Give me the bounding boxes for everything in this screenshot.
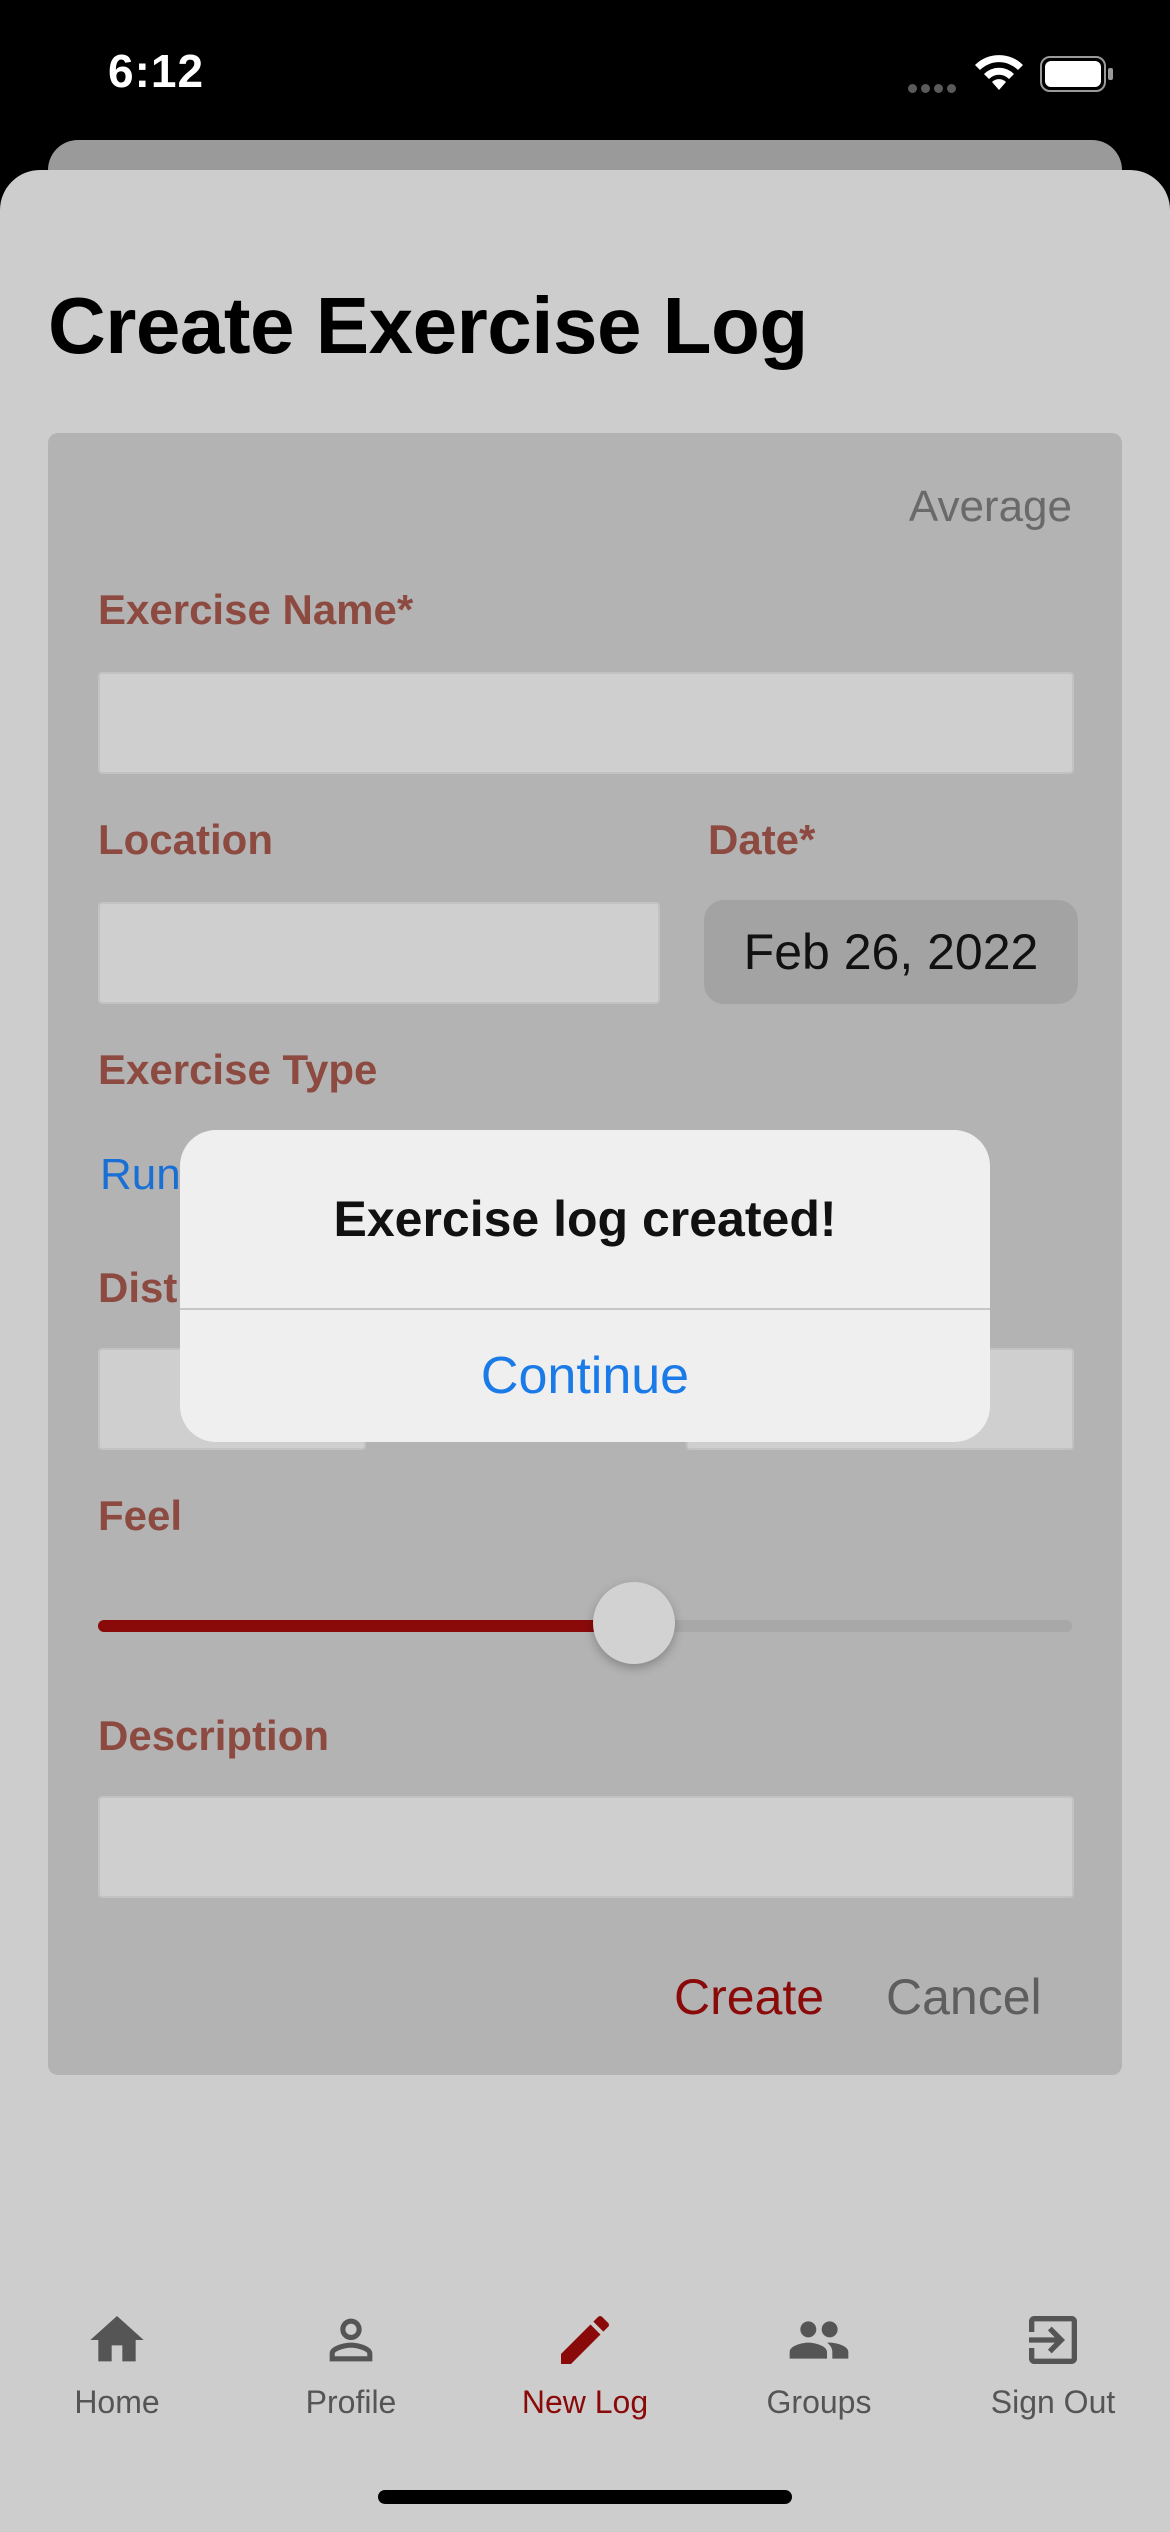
tab-bar: Home Profile New Log Groups Sign Out [0, 2290, 1170, 2440]
tab-label: New Log [521, 2384, 649, 2420]
exercise-name-input[interactable] [98, 672, 1074, 774]
exercise-type-selector[interactable]: Run [100, 1150, 181, 1200]
pencil-icon [561, 2315, 610, 2364]
home-indicator [378, 2490, 792, 2504]
feel-slider-track[interactable] [98, 1620, 1072, 1632]
tab-label: Sign Out [990, 2384, 1116, 2420]
tab-home[interactable]: Home [0, 2290, 234, 2440]
distance-label: Dist [98, 1264, 178, 1311]
create-button[interactable]: Create [674, 1968, 824, 2026]
status-bar: 6:12 [0, 0, 1170, 150]
cellular-signal-icon [908, 80, 960, 93]
tab-groups[interactable]: Groups [702, 2290, 936, 2440]
feel-value-text: Average [908, 482, 1072, 531]
feel-label: Feel [98, 1492, 183, 1539]
feel-slider-thumb[interactable] [593, 1582, 675, 1664]
page-title: Create Exercise Log [48, 281, 808, 370]
exercise-type-label: Exercise Type [98, 1046, 378, 1093]
location-input[interactable] [98, 902, 660, 1004]
date-label: Date* [708, 816, 816, 863]
sign-out-icon [1029, 2316, 1077, 2364]
continue-button[interactable]: Continue [180, 1310, 990, 1442]
tab-sign-out[interactable]: Sign Out [936, 2290, 1170, 2440]
battery-icon [1040, 56, 1113, 92]
feel-slider-fill [98, 1620, 634, 1632]
groups-icon [789, 2321, 849, 2359]
success-alert: Exercise log created! Continue [180, 1130, 990, 1442]
description-label: Description [98, 1712, 330, 1759]
tab-label: Profile [305, 2384, 397, 2420]
cancel-button[interactable]: Cancel [886, 1968, 1042, 2026]
tab-profile[interactable]: Profile [234, 2290, 468, 2440]
tab-label: Groups [766, 2384, 872, 2420]
exercise-name-label: Exercise Name* [98, 586, 414, 633]
alert-title: Exercise log created! [333, 1191, 837, 1247]
home-icon [90, 2316, 144, 2362]
tab-label: Home [74, 2384, 160, 2420]
description-input[interactable] [98, 1796, 1074, 1898]
wifi-icon [975, 55, 1023, 90]
date-picker[interactable]: Feb 26, 2022 [704, 900, 1078, 1004]
tab-new-log[interactable]: New Log [468, 2290, 702, 2440]
status-time: 6:12 [108, 45, 205, 97]
person-icon [329, 2318, 373, 2362]
location-label: Location [98, 816, 273, 863]
